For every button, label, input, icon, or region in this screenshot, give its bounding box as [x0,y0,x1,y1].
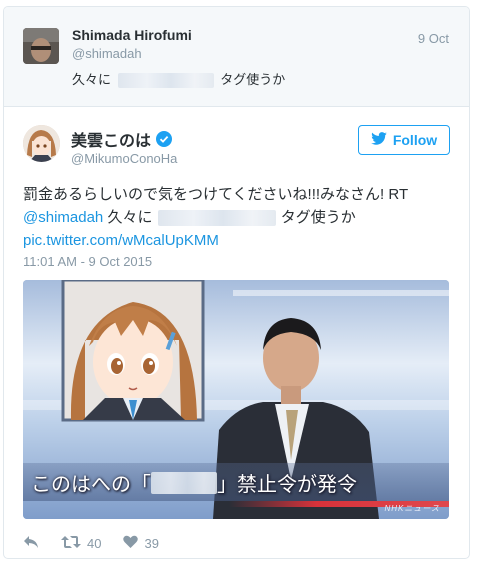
author-name-row[interactable]: 美雲このは [71,127,173,151]
parent-author-handle[interactable]: @shimadah [72,46,142,61]
tweet-text: 罰金あるらしいので気をつけてくださいね!!!みなさん! RT @shimadah… [23,183,453,252]
parent-text: 久々に タグ使うか [72,69,286,89]
author-handle[interactable]: @MikumoConoHa [71,151,177,166]
media-link[interactable]: pic.twitter.com/wMcalUpKMM [23,232,219,249]
redacted-block [157,210,276,227]
reply-icon [23,535,39,552]
retweet-icon [61,535,81,552]
news-caption: このはへの「 」禁止令が発令 [31,468,357,497]
reply-button[interactable] [23,535,39,552]
redacted-block [117,73,214,89]
tweet-line-1: 罰金あるらしいので気をつけてくださいね!!!みなさん! RT [23,186,409,203]
parent-text-after: タグ使うか [220,72,286,87]
parent-date[interactable]: 9 Oct [418,31,449,46]
tweet-line-2: @shimadah 久々に タグ使うか [23,206,453,229]
tweet-line-3: pic.twitter.com/wMcalUpKMM [23,229,453,252]
parent-text-before: 久々に [72,72,112,87]
author-name[interactable]: 美雲このは [71,127,151,151]
quote-after: タグ使うか [276,209,356,226]
like-button[interactable]: 39 [123,535,159,552]
parent-avatar[interactable] [23,28,59,64]
tweet-media-image[interactable]: このはへの「 」禁止令が発令 NHKニュース [23,280,449,519]
broadcaster-logo: NHKニュース [384,504,440,513]
retweet-count: 40 [87,536,102,551]
redacted-block [151,472,217,494]
quote-before: 久々に [103,209,153,226]
caption-before: このはへの「 [31,472,151,496]
tweet-timestamp[interactable]: 11:01 AM - 9 Oct 2015 [23,254,152,269]
heart-icon [123,535,139,552]
retweet-button[interactable]: 40 [61,535,101,552]
like-count: 39 [144,536,159,551]
tweet-card: Shimada Hirofumi @shimadah 9 Oct 久々に タグ使… [3,6,470,559]
mention-link[interactable]: @shimadah [23,209,103,226]
twitter-bird-icon [371,132,387,148]
follow-label: Follow [392,132,438,148]
tweet-actions: 40 39 [23,535,181,552]
parent-tweet[interactable]: Shimada Hirofumi @shimadah 9 Oct 久々に タグ使… [4,7,469,107]
verified-badge-icon [156,131,173,147]
follow-button[interactable]: Follow [358,125,450,155]
author-avatar[interactable] [23,125,60,162]
parent-author-name[interactable]: Shimada Hirofumi [72,27,192,43]
caption-after: 」禁止令が発令 [217,472,357,496]
